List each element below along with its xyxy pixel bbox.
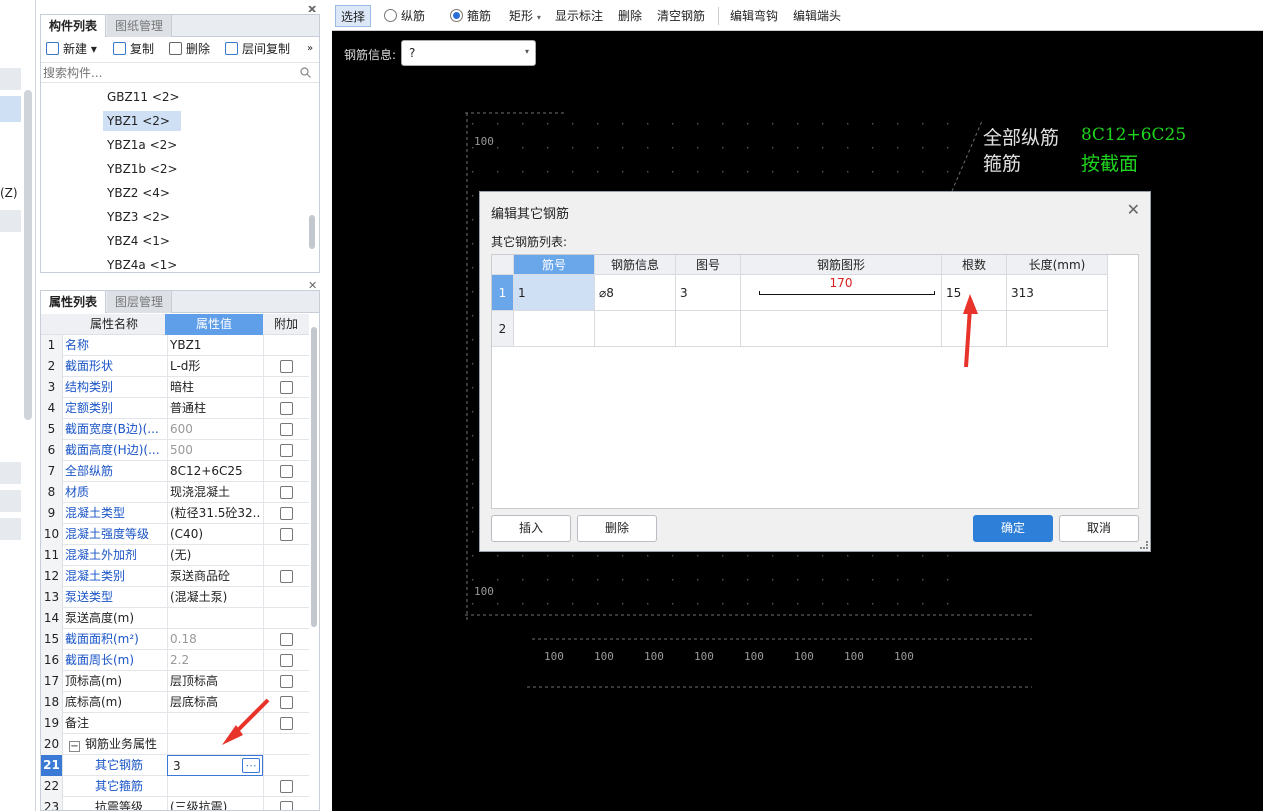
annotation-arrow-shaft (964, 307, 972, 368)
annotation-arrow-shaft (232, 698, 270, 736)
annotation-layer (222, 294, 978, 745)
arrow-up-icon (963, 294, 978, 314)
